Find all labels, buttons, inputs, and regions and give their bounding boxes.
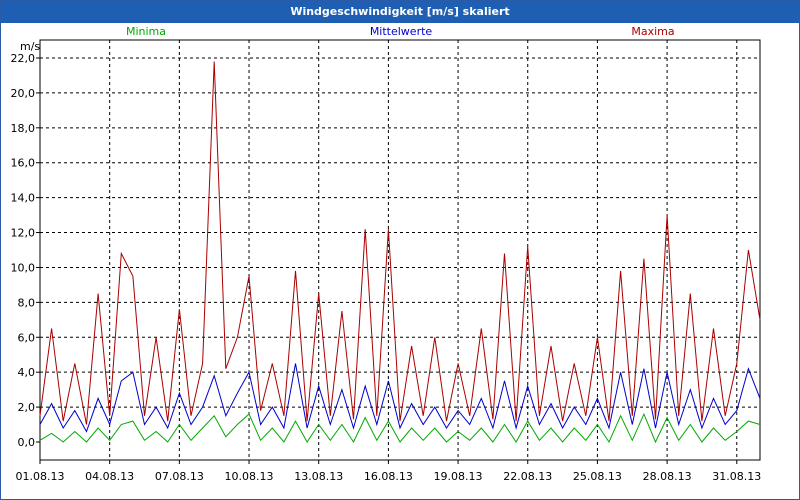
y-tick-label: 14,0 xyxy=(11,192,36,205)
y-tick-label: 12,0 xyxy=(11,227,36,240)
x-tick-label: 13.08.13 xyxy=(294,470,343,483)
x-axis: 01.08.13 04.08.13 07.08.13 10.08.13 13.08.13… xyxy=(16,460,761,483)
x-tick-label: 16.08.13 xyxy=(364,470,413,483)
y-tick-label: 20,0 xyxy=(11,87,36,100)
legend-maxima: Maxima xyxy=(631,25,674,38)
y-tick-label: 6,0 xyxy=(18,331,36,344)
x-tick-label: 10.08.13 xyxy=(225,470,274,483)
legend-mittelwerte: Mittelwerte xyxy=(370,25,433,38)
plot-frame xyxy=(39,39,761,461)
legend-minima: Minima xyxy=(126,25,166,38)
x-tick-label: 07.08.13 xyxy=(155,470,204,483)
x-tick-label: 19.08.13 xyxy=(434,470,483,483)
y-tick-label: 10,0 xyxy=(11,261,36,274)
y-axis: 0,0 2,0 4,0 6,0 8,0 10,0 12,0 14,0 16,0 18,0 20,0 2… xyxy=(11,52,40,449)
y-tick-label: 16,0 xyxy=(11,157,36,170)
x-tick-label: 04.08.13 xyxy=(85,470,134,483)
chart-canvas: m/s Minima Mittelwerte Maxima 0,02,04,06… xyxy=(11,25,762,483)
x-tick-label: 28.08.13 xyxy=(643,470,692,483)
y-tick-label: 18,0 xyxy=(11,122,36,135)
y-tick-label: 22,0 xyxy=(11,52,36,65)
x-tick-label: 22.08.13 xyxy=(503,470,552,483)
x-tick-label: 31.08.13 xyxy=(712,470,761,483)
y-tick-label: 8,0 xyxy=(18,296,36,309)
y-tick-label: 0,0 xyxy=(18,436,36,449)
x-tick-label: 25.08.13 xyxy=(573,470,622,483)
y-tick-label: 4,0 xyxy=(18,366,36,379)
x-tick-label: 01.08.13 xyxy=(16,470,65,483)
y-tick-label: 2,0 xyxy=(18,401,36,414)
